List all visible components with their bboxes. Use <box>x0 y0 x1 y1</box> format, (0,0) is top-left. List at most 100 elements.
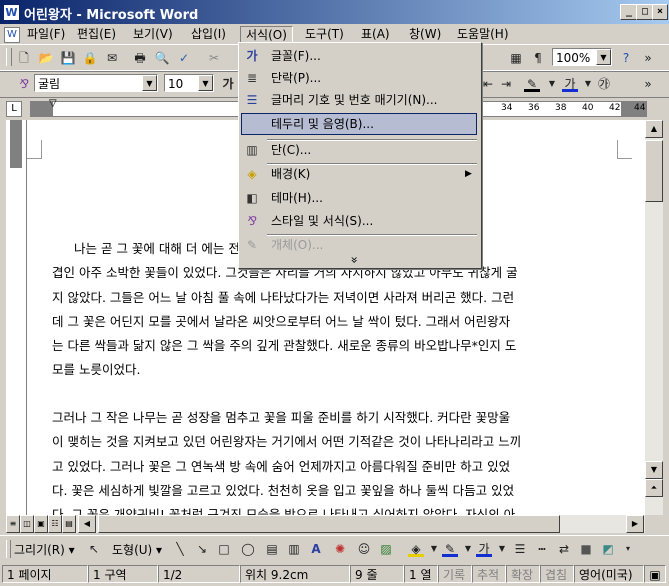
previous-page-icon[interactable]: ⏶ <box>645 479 663 497</box>
status-position[interactable]: 위치 9.2cm <box>240 565 350 583</box>
fill-color-icon[interactable]: ◈ <box>408 541 424 557</box>
print-icon[interactable]: 🖶 <box>132 50 148 66</box>
picture-icon[interactable]: ▨ <box>378 541 394 557</box>
font-color-icon[interactable]: 가 <box>476 541 492 557</box>
vertical-scrollbar[interactable]: ▲ ▼ ⏶ <box>645 120 663 515</box>
print-preview-icon[interactable]: 🔍 <box>154 50 170 66</box>
menu-item-columns[interactable]: ▥ 단(C)... <box>241 139 477 161</box>
menu-window[interactable]: 창(W) <box>404 26 446 42</box>
autoshapes-menu-button[interactable]: 도형(U) ▾ <box>112 541 162 558</box>
menu-item-borders-shading[interactable]: 테두리 및 음영(B)... <box>241 113 477 135</box>
clip-art-icon[interactable]: ☺ <box>356 541 372 557</box>
horizontal-scrollbar[interactable]: ≡ ◫ ▣ ☷ ▤ ◀ ▶ <box>6 515 645 533</box>
reading-view-icon[interactable]: ▤ <box>62 515 76 533</box>
print-view-icon[interactable]: ▣ <box>34 515 48 533</box>
diagram-icon[interactable]: ✺ <box>332 541 348 557</box>
line-icon[interactable]: ╲ <box>172 541 188 557</box>
font-color-icon[interactable]: 가 <box>562 76 578 92</box>
toolbar-grip[interactable] <box>6 540 11 558</box>
chevron-down-icon[interactable]: ▼ <box>494 541 510 557</box>
status-section[interactable]: 1 구역 <box>88 565 158 583</box>
arrow-style-icon[interactable]: ⇄ <box>556 541 572 557</box>
chevron-down-icon[interactable]: ▼ <box>460 541 476 557</box>
menu-item-font[interactable]: 가 글꼴(F)... <box>241 45 477 67</box>
draw-menu-button[interactable]: 그리기(R) ▾ <box>14 541 75 558</box>
chevron-down-icon[interactable]: ▼ <box>580 76 596 92</box>
scroll-down-icon[interactable]: ▼ <box>645 461 663 479</box>
menu-insert[interactable]: 삽입(I) <box>186 26 231 42</box>
toolbar-options-icon[interactable]: » <box>640 50 656 66</box>
menu-tools[interactable]: 도구(T) <box>300 26 349 42</box>
menu-item-styles[interactable]: ⅋ 스타일 및 서식(S)... <box>241 210 477 232</box>
select-objects-icon[interactable]: ↖ <box>86 541 102 557</box>
menu-item-bullets[interactable]: ☰ 글머리 기호 및 번호 매기기(N)... <box>241 89 477 111</box>
menu-help[interactable]: 도움말(H) <box>452 26 514 42</box>
email-icon[interactable]: ✉ <box>104 50 120 66</box>
styles-pane-icon[interactable]: ⅋ <box>16 76 32 92</box>
close-button[interactable]: × <box>652 4 668 20</box>
3d-icon[interactable]: ◩ <box>600 541 616 557</box>
menu-edit[interactable]: 편집(E) <box>72 26 121 42</box>
status-record[interactable]: 기록 <box>438 565 472 583</box>
highlight-icon[interactable]: ✎ <box>524 76 540 92</box>
toolbar-grip[interactable] <box>6 48 12 66</box>
open-folder-icon[interactable]: 📂 <box>38 50 54 66</box>
scroll-left-icon[interactable]: ◀ <box>78 515 96 533</box>
word-app-icon[interactable]: W <box>3 4 20 21</box>
font-combo[interactable]: 굴림 ▼ <box>34 74 158 92</box>
scroll-thumb[interactable] <box>645 140 663 202</box>
menu-item-background[interactable]: ◈ 배경(K) ▶ <box>241 163 477 185</box>
scroll-right-icon[interactable]: ▶ <box>626 515 644 533</box>
chevron-down-icon[interactable]: ▼ <box>142 75 157 91</box>
oval-icon[interactable]: ◯ <box>240 541 256 557</box>
save-icon[interactable]: 💾 <box>60 50 76 66</box>
cut-icon[interactable]: ✂ <box>206 50 222 66</box>
vertical-ruler[interactable] <box>6 120 27 515</box>
size-combo[interactable]: 10 ▼ <box>164 74 214 92</box>
text-box-icon[interactable]: ▤ <box>264 541 280 557</box>
line-color-icon[interactable]: ✎ <box>442 541 458 557</box>
increase-indent-icon[interactable]: ⇥ <box>498 76 514 92</box>
toolbar-options-icon[interactable]: » <box>640 76 656 92</box>
status-column[interactable]: 1 열 <box>404 565 438 583</box>
dash-style-icon[interactable]: ┅ <box>534 541 550 557</box>
document-icon[interactable]: W <box>4 27 20 43</box>
new-document-icon[interactable]: 🗋 <box>16 50 32 66</box>
wordart-icon[interactable]: A <box>308 541 324 557</box>
chevron-down-icon[interactable]: ▼ <box>544 76 560 92</box>
menu-item-paragraph[interactable]: ≣ 단락(P)... <box>241 67 477 89</box>
outline-view-icon[interactable]: ☷ <box>48 515 62 533</box>
indent-marker-icon[interactable]: ▽ <box>49 99 57 109</box>
menu-item-object[interactable]: ✎ 개체(O)... <box>241 234 477 256</box>
status-line[interactable]: 9 줄 <box>350 565 404 583</box>
spelling-icon[interactable]: ✓ <box>176 50 192 66</box>
show-hide-icon[interactable]: ¶ <box>530 50 546 66</box>
chevron-down-icon[interactable]: ▼ <box>426 541 442 557</box>
decrease-indent-icon[interactable]: ⇤ <box>480 76 496 92</box>
web-view-icon[interactable]: ◫ <box>20 515 34 533</box>
menu-table[interactable]: 표(A) <box>356 26 395 42</box>
scroll-thumb[interactable] <box>98 515 560 533</box>
normal-view-icon[interactable]: ≡ <box>6 515 20 533</box>
tab-selector-icon[interactable]: L <box>6 101 22 117</box>
zoom-combo[interactable]: 100% ▼ <box>552 48 612 66</box>
status-language[interactable]: 영어(미국) <box>574 565 644 583</box>
chevron-down-icon[interactable]: ▼ <box>596 49 611 65</box>
help-icon[interactable]: ? <box>618 50 634 66</box>
arrow-icon[interactable]: ↘ <box>194 541 210 557</box>
bold-button[interactable]: 가 <box>220 76 236 92</box>
chevron-down-icon[interactable]: ▼ <box>198 75 213 91</box>
status-overtype[interactable]: 겹침 <box>540 565 574 583</box>
shadow-icon[interactable]: ■ <box>578 541 594 557</box>
line-style-icon[interactable]: ☰ <box>512 541 528 557</box>
scroll-up-icon[interactable]: ▲ <box>645 120 663 138</box>
menu-file[interactable]: 파일(F) <box>22 26 70 42</box>
permission-icon[interactable]: 🔒 <box>82 50 98 66</box>
toolbar-options-icon[interactable]: ▾ <box>620 541 636 557</box>
status-track[interactable]: 추적 <box>472 565 506 583</box>
vertical-text-box-icon[interactable]: ▥ <box>286 541 302 557</box>
spelling-status-icon[interactable]: ▣ <box>644 565 666 583</box>
status-extend[interactable]: 확장 <box>506 565 540 583</box>
enclose-characters-icon[interactable]: ㉮ <box>596 76 612 92</box>
expand-menu-icon[interactable]: » <box>348 256 362 263</box>
